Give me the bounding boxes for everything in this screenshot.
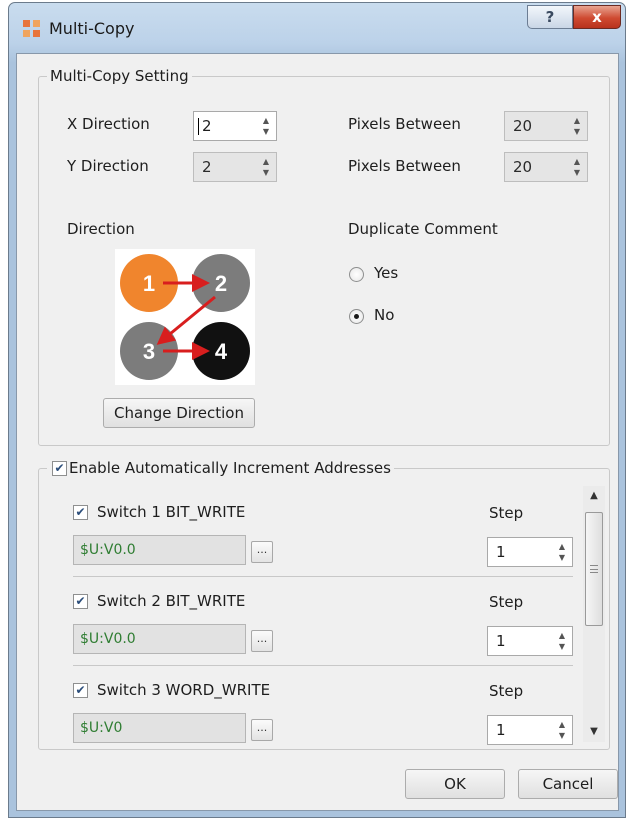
item-separator [73,576,573,577]
title-bar[interactable]: Multi-Copy ? x [9,3,625,53]
direction-circle-3-label: 3 [143,339,155,364]
switch-2-checkbox[interactable]: ✔ [73,594,88,609]
direction-circle-2-label: 2 [215,271,227,296]
switch-3-step-label: Step [489,682,524,700]
spin-arrows-icon[interactable]: ▲ ▼ [260,156,272,178]
switch-3-checkbox[interactable]: ✔ [73,683,88,698]
x-direction-value: 2 [202,117,212,135]
switch-3-step-spinner[interactable]: 1 ▲ ▼ [487,715,573,745]
help-button[interactable]: ? [527,5,573,29]
vertical-scrollbar[interactable]: ▲ ▼ [583,486,605,742]
multi-copy-setting-legend: Multi-Copy Setting [47,67,192,85]
direction-circle-4-label: 4 [215,339,228,364]
x-direction-spinner[interactable]: 2 ▲ ▼ [193,111,277,141]
x-pixels-between-spinner[interactable]: 20 ▲ ▼ [504,111,588,141]
switch-2-step-value: 1 [496,632,506,650]
spin-arrows-icon[interactable]: ▲ ▼ [556,541,568,563]
y-direction-spinner[interactable]: 2 ▲ ▼ [193,152,277,182]
spin-arrows-icon[interactable]: ▲ ▼ [571,156,583,178]
x-direction-label: X Direction [67,115,150,133]
switch-1-step-value: 1 [496,543,506,561]
no-radio-label[interactable]: No [374,306,394,324]
app-icon [23,20,40,37]
multi-copy-dialog: Multi-Copy ? x Multi-Copy Setting X Dire… [8,2,626,818]
auto-increment-legend: Enable Automatically Increment Addresses [47,459,394,477]
switch-3-address-field[interactable]: $U:V0 [73,713,246,743]
window-title: Multi-Copy [49,19,135,38]
switch-1-label[interactable]: Switch 1 BIT_WRITE [97,503,245,521]
grip-icon [590,565,598,573]
y-direction-label: Y Direction [67,157,149,175]
spin-arrows-icon[interactable]: ▲ ▼ [260,115,272,137]
yes-radio-label[interactable]: Yes [374,264,398,282]
close-button[interactable]: x [573,5,621,29]
scroll-thumb[interactable] [585,512,603,626]
ok-button[interactable]: OK [405,769,505,799]
switch-1-step-label: Step [489,504,524,522]
y-pixels-between-label: Pixels Between [348,157,461,175]
cancel-button[interactable]: Cancel [518,769,618,799]
switch-2-browse-button[interactable]: ... [251,630,273,652]
direction-image: 1 2 3 4 [115,249,255,385]
enable-auto-increment-checkbox[interactable]: ✔ [52,461,67,476]
auto-increment-legend-text: Enable Automatically Increment Addresses [69,459,391,477]
direction-circle-1-label: 1 [143,271,155,296]
spin-arrows-icon[interactable]: ▲ ▼ [556,719,568,741]
duplicate-comment-label: Duplicate Comment [348,220,498,238]
switch-3-browse-button[interactable]: ... [251,719,273,741]
radio-selected-dot [354,314,359,319]
switch-1-browse-button[interactable]: ... [251,541,273,563]
y-pixels-between-spinner[interactable]: 20 ▲ ▼ [504,152,588,182]
dialog-body: Multi-Copy Setting X Direction 2 ▲ ▼ Y Di… [16,53,619,811]
text-caret [198,118,199,135]
switch-1-address-field[interactable]: $U:V0.0 [73,535,246,565]
no-radio[interactable] [349,309,364,324]
switch-2-step-spinner[interactable]: 1 ▲ ▼ [487,626,573,656]
direction-label: Direction [67,220,135,238]
switch-3-label[interactable]: Switch 3 WORD_WRITE [97,681,270,699]
x-pixels-between-label: Pixels Between [348,115,461,133]
y-pixels-between-value: 20 [513,158,533,176]
spin-arrows-icon[interactable]: ▲ ▼ [556,630,568,652]
switch-2-label[interactable]: Switch 2 BIT_WRITE [97,592,245,610]
switch-2-address-field[interactable]: $U:V0.0 [73,624,246,654]
scroll-up-icon[interactable]: ▲ [583,486,605,506]
switch-1-step-spinner[interactable]: 1 ▲ ▼ [487,537,573,567]
yes-radio[interactable] [349,267,364,282]
x-pixels-between-value: 20 [513,117,533,135]
y-direction-value: 2 [202,158,212,176]
switch-2-step-label: Step [489,593,524,611]
spin-arrows-icon[interactable]: ▲ ▼ [571,115,583,137]
scroll-down-icon[interactable]: ▼ [583,722,605,742]
change-direction-button[interactable]: Change Direction [103,398,255,428]
item-separator [73,665,573,666]
switch-3-step-value: 1 [496,721,506,739]
switch-1-checkbox[interactable]: ✔ [73,505,88,520]
